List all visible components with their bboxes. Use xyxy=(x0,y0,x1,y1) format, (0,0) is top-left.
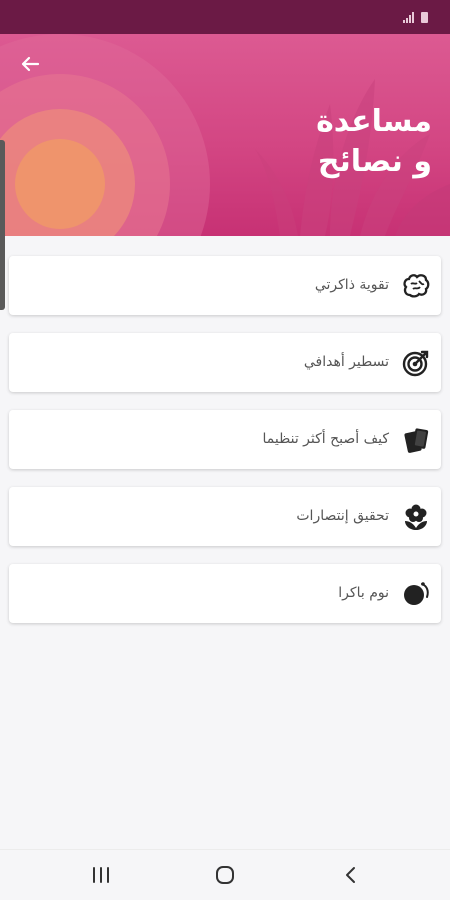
battery-icon xyxy=(421,12,428,23)
recents-button[interactable] xyxy=(86,862,116,888)
list-item-wins[interactable]: تحقيق إنتصارات xyxy=(9,487,441,546)
list-item-memory[interactable]: تقوية ذاكرتي xyxy=(9,256,441,315)
list-item-goals[interactable]: تسطير أهدافي xyxy=(9,333,441,392)
list-item-label: كيف أصبح أكثر تنظيما xyxy=(262,431,389,447)
back-button[interactable] xyxy=(14,50,46,78)
cards-icon xyxy=(404,428,429,453)
list-item-label: تحقيق إنتصارات xyxy=(296,508,389,524)
recents-icon xyxy=(93,867,109,883)
signal-icon xyxy=(403,12,417,23)
moon-sleep-icon xyxy=(404,582,429,605)
header: مساعدة و نصائح xyxy=(0,34,450,236)
flower-icon xyxy=(405,504,427,530)
arrow-left-icon xyxy=(21,56,40,72)
nav-back-button[interactable] xyxy=(336,862,366,888)
list-item-label: تسطير أهدافي xyxy=(303,354,389,370)
home-button[interactable] xyxy=(210,862,240,888)
system-nav-bar xyxy=(0,849,450,900)
list-item-sleep[interactable]: نوم باكرا xyxy=(9,564,441,623)
list-item-organized[interactable]: كيف أصبح أكثر تنظيما xyxy=(9,410,441,469)
home-icon xyxy=(216,866,234,884)
target-icon xyxy=(402,350,429,377)
help-list: تقوية ذاكرتي تسطير أهدافي كيف أصبح أكثر … xyxy=(9,256,441,641)
back-chevron-icon xyxy=(346,867,355,883)
status-bar xyxy=(0,0,450,34)
list-item-label: نوم باكرا xyxy=(338,585,389,601)
brain-icon xyxy=(403,274,430,298)
page-title: مساعدة و نصائح xyxy=(316,104,432,179)
drawer-handle[interactable] xyxy=(0,140,5,310)
list-item-label: تقوية ذاكرتي xyxy=(314,277,389,293)
